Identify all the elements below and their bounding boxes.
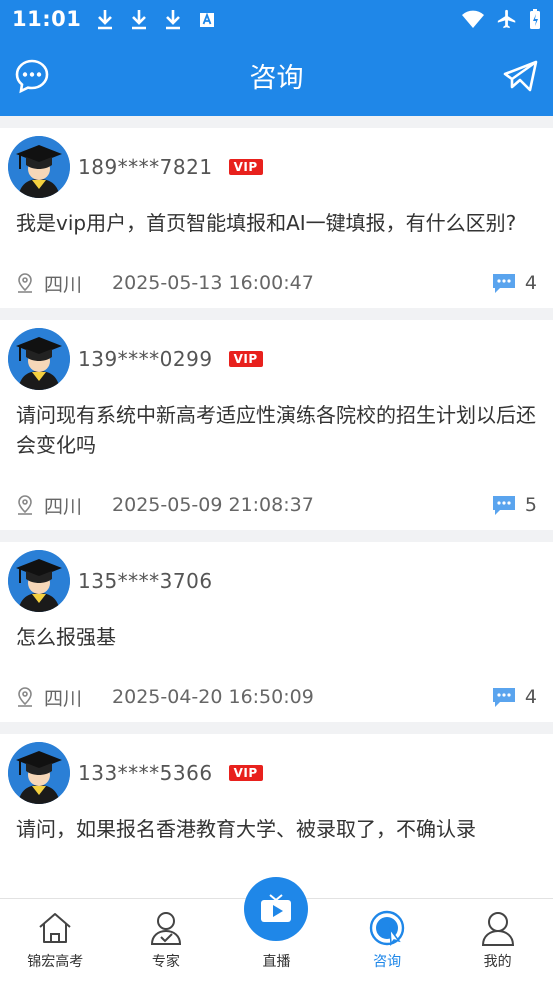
consult-post-card[interactable]: 135****3706 怎么报强基 四川 2025-04-20 16:50:09… — [0, 542, 553, 722]
profile-icon — [481, 912, 514, 946]
vip-badge: VIP — [228, 159, 263, 175]
post-time: 2025-05-09 21:08:37 — [112, 494, 314, 516]
post-time: 2025-05-13 16:00:47 — [112, 272, 314, 294]
tab-label: 直播 — [262, 954, 291, 970]
tab-label: 锦宏高考 — [27, 954, 84, 970]
graduate-icon — [8, 328, 70, 390]
graduate-avatar — [8, 742, 70, 804]
vip-badge: VIP — [228, 765, 263, 781]
vip-badge: VIP — [228, 351, 263, 367]
download-icon — [166, 10, 181, 30]
app-bar: 咨询 — [0, 38, 553, 116]
comment-icon — [492, 274, 515, 293]
comment-icon — [492, 688, 515, 707]
airplane-icon — [497, 9, 516, 29]
graduate-avatar — [8, 136, 70, 198]
reply-count: 4 — [524, 272, 537, 294]
tab-label: 我的 — [483, 954, 512, 970]
user-phone: 139****0299 — [78, 347, 213, 371]
question-text: 我是vip用户，首页智能填报和AI一键填报，有什么区别? — [16, 211, 517, 235]
download-icon — [132, 10, 147, 30]
consult-feed[interactable]: 189****7821 VIP 我是vip用户，首页智能填报和AI一键填报，有什… — [0, 116, 553, 898]
location-text: 四川 — [44, 495, 83, 518]
consult-post-card[interactable]: 139****0299 VIP 请问现有系统中新高考适应性演练各院校的招生计划以… — [0, 320, 553, 530]
status-time: 11:01 — [12, 7, 82, 31]
wifi-icon — [462, 10, 484, 28]
question-text: 请问，如果报名香港教育大学、被录取了，不确认录 — [16, 817, 476, 841]
tab-home[interactable]: 锦宏高考 — [0, 899, 111, 983]
tab-profile[interactable]: 我的 — [442, 899, 553, 983]
comment-icon — [492, 496, 515, 515]
reply-count-badge[interactable]: 5 — [491, 494, 537, 516]
tab-expert[interactable]: 专家 — [111, 899, 222, 983]
user-phone: 133****5366 — [78, 761, 213, 785]
expert-icon — [150, 912, 181, 945]
reply-count: 4 — [524, 686, 537, 708]
bottom-tab-bar: 锦宏高考 专家 直播 咨询 我的 — [0, 877, 553, 983]
send-icon[interactable] — [503, 60, 539, 92]
graduate-avatar — [8, 328, 70, 390]
consult-post-card[interactable]: 189****7821 VIP 我是vip用户，首页智能填报和AI一键填报，有什… — [0, 128, 553, 308]
status-bar: 11:01 — [0, 0, 553, 38]
download-notifications — [95, 8, 217, 30]
question-text: 怎么报强基 — [16, 625, 116, 649]
user-phone: 189****7821 — [78, 155, 213, 179]
location-text: 四川 — [44, 687, 83, 710]
consult-post-card[interactable]: 133****5366 VIP 请问，如果报名香港教育大学、被录取了，不确认录 — [0, 734, 553, 898]
reply-count: 5 — [524, 494, 537, 516]
tab-consult[interactable]: 咨询 — [332, 899, 443, 983]
battery-charging-icon — [530, 9, 540, 29]
consult-icon — [369, 910, 405, 947]
reply-count-badge[interactable]: 4 — [491, 272, 537, 294]
live-button[interactable] — [244, 877, 309, 941]
font-a-icon — [200, 12, 215, 27]
location-text: 四川 — [44, 273, 83, 296]
location-pin-icon — [18, 495, 32, 515]
home-icon — [39, 913, 71, 943]
graduate-icon — [8, 136, 70, 198]
tab-live[interactable]: 直播 — [221, 877, 332, 983]
status-icons — [461, 8, 541, 30]
graduate-avatar — [8, 550, 70, 612]
location-pin-icon — [18, 273, 32, 293]
tab-label: 专家 — [151, 954, 180, 970]
graduate-icon — [8, 742, 70, 804]
page-title: 咨询 — [249, 63, 304, 94]
live-tv-icon — [261, 894, 292, 922]
post-time: 2025-04-20 16:50:09 — [112, 686, 314, 708]
reply-count-badge[interactable]: 4 — [491, 686, 537, 708]
graduate-icon — [8, 550, 70, 612]
download-icon — [98, 10, 113, 30]
user-phone: 135****3706 — [78, 569, 213, 593]
location-pin-icon — [18, 687, 32, 707]
question-text: 请问现有系统中新高考适应性演练各院校的招生计划以后还会变化吗 — [16, 403, 536, 457]
tab-label: 咨询 — [373, 954, 402, 970]
